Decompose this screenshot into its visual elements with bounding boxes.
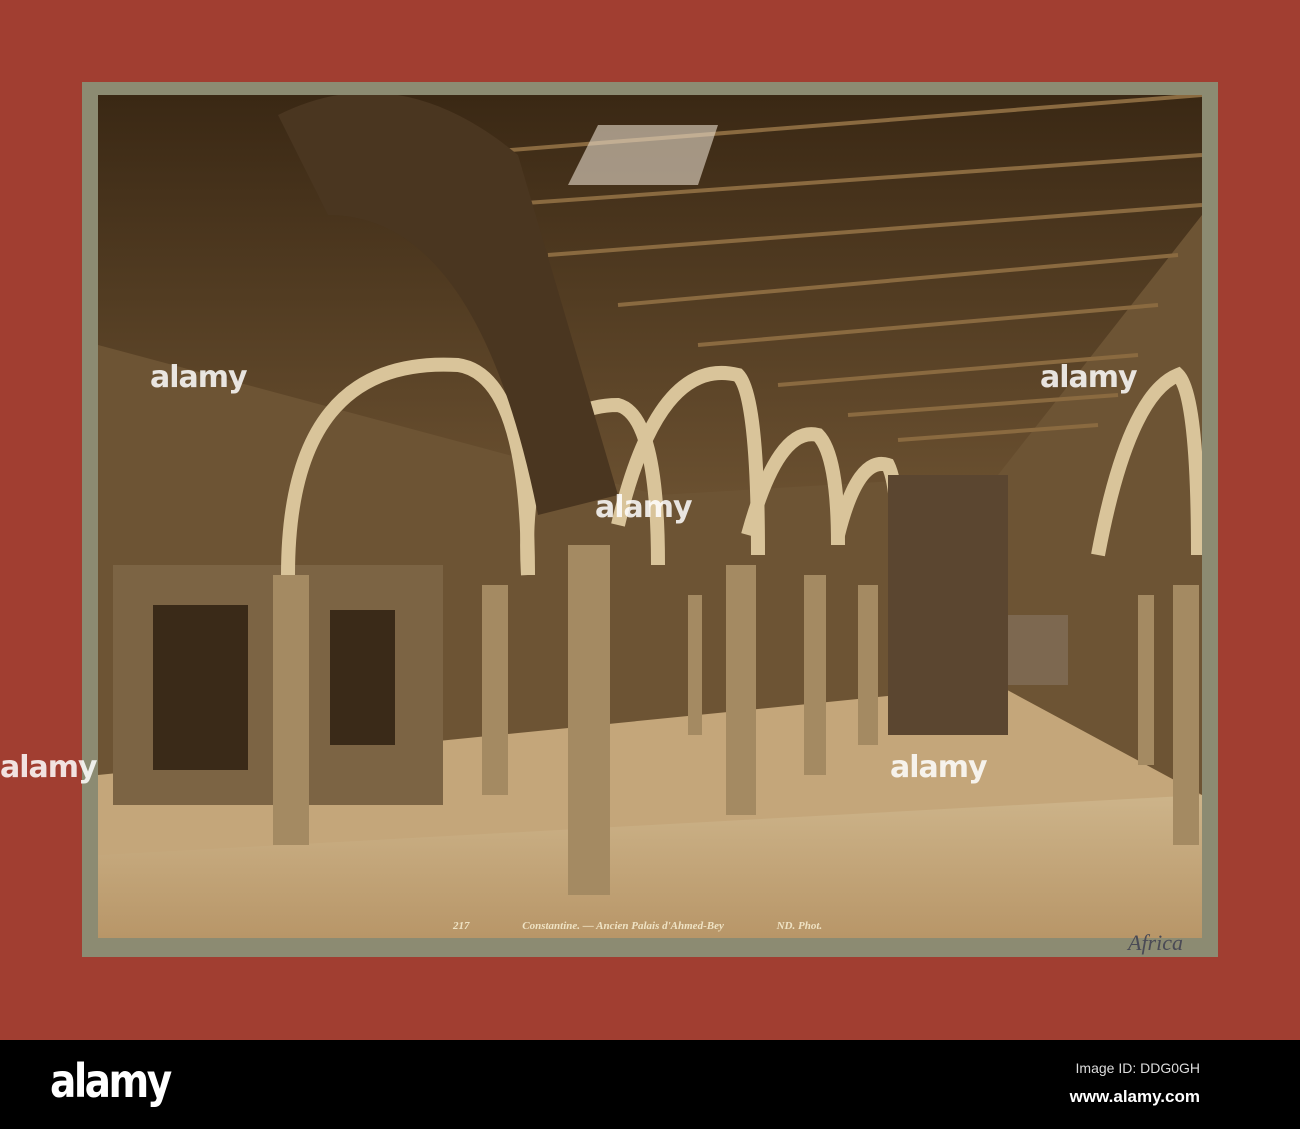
watermark: alamy: [890, 750, 988, 785]
caption-number: 217: [453, 920, 470, 932]
handwritten-note: Africa: [1128, 930, 1183, 955]
footer-bar: alamy Image ID: DDG0GH www.alamy.com: [0, 1040, 1300, 1129]
alamy-logo: alamy: [50, 1054, 172, 1108]
watermark: alamy: [0, 750, 98, 785]
website-link[interactable]: www.alamy.com: [1070, 1087, 1200, 1107]
watermark: alamy: [595, 490, 693, 525]
caption-title: Constantine. — Ancien Palais d'Ahmed-Bey: [522, 920, 724, 932]
watermark: alamy: [1040, 360, 1138, 395]
watermark: alamy: [150, 360, 248, 395]
photo-caption: 217 Constantine. — Ancien Palais d'Ahmed…: [453, 920, 872, 932]
caption-credit: ND. Phot.: [776, 920, 823, 932]
image-id: Image ID: DDG0GH: [1075, 1060, 1200, 1076]
